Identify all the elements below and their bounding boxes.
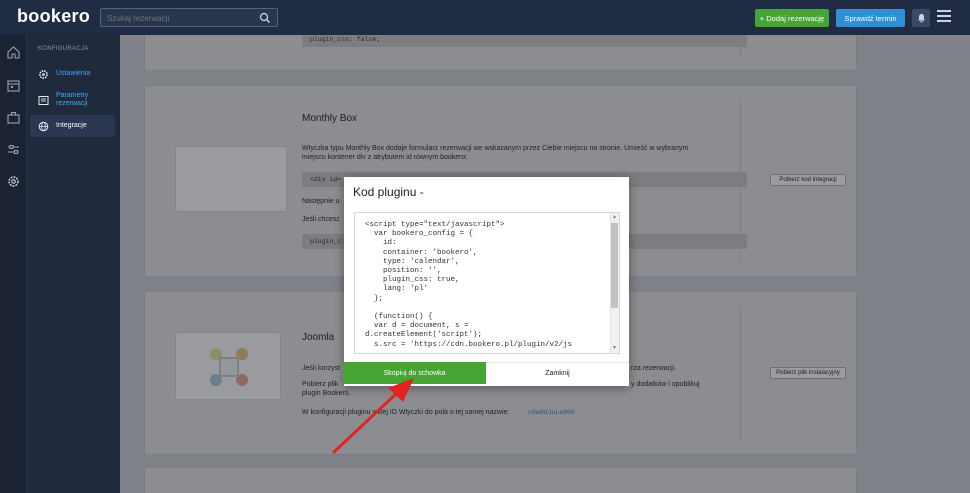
list-icon <box>38 95 49 105</box>
notifications-button[interactable] <box>912 9 930 27</box>
card-side-panel <box>740 40 856 56</box>
integration-card-previous: plugin_css: false; <box>144 35 857 71</box>
add-booking-button[interactable]: + Dodaj rezerwację <box>755 9 829 27</box>
download-install-file-button[interactable]: Pobierz plik instalacyjny <box>770 367 846 379</box>
menu-line <box>937 10 951 12</box>
menu-line <box>937 15 951 17</box>
code-snippet: plugin_css: false; <box>302 35 747 47</box>
sliders-icon[interactable] <box>6 142 21 157</box>
code-scrollbar[interactable]: ▲ ▼ <box>610 213 619 353</box>
icon-rail <box>0 35 27 493</box>
red-arrow-annotation <box>332 378 414 454</box>
joomla-preview-image <box>175 332 281 400</box>
plugin-code-modal: Kod pluginu - <script type="text/javascr… <box>344 177 629 386</box>
close-modal-button[interactable]: Zamknij <box>486 362 629 384</box>
description-line: Wtyczka typu Monthly Box dodaje formular… <box>302 145 689 152</box>
top-bar: bookero + Dodaj rezerwację Sprawdź termi… <box>0 0 970 35</box>
check-date-button[interactable]: Sprawdź termin <box>836 9 905 27</box>
plugin-id-value: c0w9dJuLe800 <box>528 409 575 416</box>
bookero-logo[interactable]: bookero <box>17 6 90 27</box>
integration-card-next <box>144 467 857 493</box>
configuration-submenu: KONFIGURACJA Ustawienia Parametry rezerw… <box>27 35 120 493</box>
plugin-code-text: <script type="text/javascript"> var book… <box>365 221 573 349</box>
submenu-item-integrations[interactable]: Integracje <box>30 115 115 137</box>
home-icon[interactable] <box>6 45 21 60</box>
card-text: rza rezerwacji. <box>631 365 677 372</box>
submenu-item-label: Ustawienia <box>56 70 91 77</box>
briefcase-icon[interactable] <box>6 110 21 125</box>
submenu-item-label: Parametry rezerwacji <box>56 92 89 107</box>
joomla-logo-icon <box>210 348 248 386</box>
card-text: y dodatków i opublikuj <box>631 381 700 388</box>
card-side-panel: Pobierz plik instalacyjny <box>740 306 856 440</box>
submenu-item-booking-parameters[interactable]: Parametry rezerwacji <box>30 89 115 111</box>
menu-line <box>937 20 951 22</box>
submenu-item-label: Integracje <box>56 122 87 129</box>
submenu-item-settings[interactable]: Ustawienia <box>30 63 115 85</box>
card-description: Wtyczka typu Monthly Box dodaje formular… <box>302 144 742 162</box>
card-title: Joomla <box>302 332 335 343</box>
search-icon[interactable] <box>259 12 271 24</box>
scroll-down-icon[interactable]: ▼ <box>611 345 618 352</box>
description-line: miejscu kontener div z atrybutem id równ… <box>302 154 468 161</box>
plugin-code-textarea[interactable]: <script type="text/javascript"> var book… <box>354 212 620 354</box>
submenu-title: KONFIGURACJA <box>38 46 89 52</box>
bell-icon <box>917 14 925 23</box>
monthly-box-preview-image <box>175 146 287 212</box>
scroll-up-icon[interactable]: ▲ <box>611 214 618 221</box>
settings-gear-icon[interactable] <box>6 174 21 189</box>
search-box[interactable] <box>100 8 278 27</box>
scrollbar-thumb[interactable] <box>611 223 618 308</box>
gear-icon <box>39 69 48 79</box>
hamburger-menu-icon[interactable] <box>937 10 951 24</box>
card-side-panel: Pobierz kod integracji <box>740 100 856 262</box>
search-input[interactable] <box>107 11 257 25</box>
globe-icon <box>38 121 49 131</box>
modal-title: Kod pluginu - <box>353 185 424 199</box>
get-integration-code-button[interactable]: Pobierz kod integracji <box>770 174 846 186</box>
calendar-icon[interactable] <box>6 78 21 93</box>
card-title: Monthly Box <box>302 113 358 124</box>
